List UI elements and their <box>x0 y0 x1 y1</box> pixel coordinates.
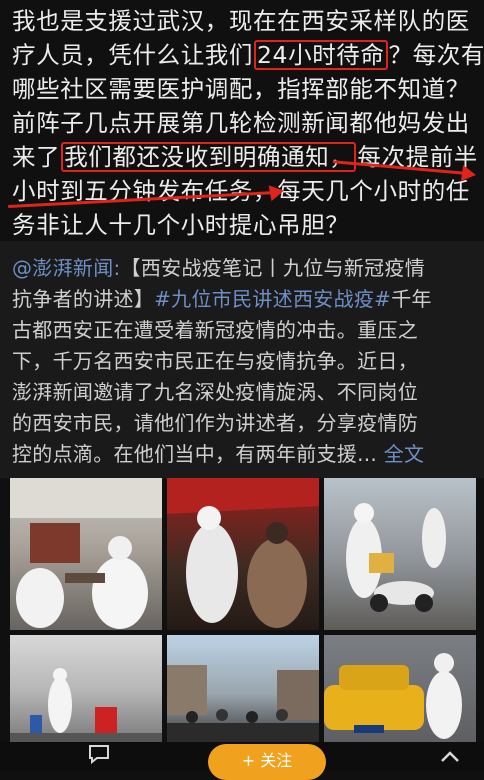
hashtag-link[interactable]: #九位市民讲述西安战疫# <box>154 287 391 311</box>
repost-line-3: 古都西安正在遭受着新冠疫情的冲击。重压之 <box>12 318 418 342</box>
photo-swab-test-tent-art <box>167 478 319 628</box>
follow-button[interactable]: + 关注 <box>208 744 326 780</box>
repost-text: @澎湃新闻:【西安战疫笔记丨九位与新冠疫情 抗争者的讲述】#九位市民讲述西安战疫… <box>12 253 474 470</box>
post-line-2: 疗人员，凭什么让我们 24小时待命 ？每次有 <box>12 38 484 72</box>
highlight-box-notice: 我们都还没收到明确通知， <box>61 142 357 172</box>
photo-street-queue-art <box>167 665 319 742</box>
repost-line-5: 澎湃新闻邀请了九名深处疫情旋涡、不同岗位 <box>12 380 418 404</box>
post-line-6-end: 每天几个小时的任 <box>277 177 470 205</box>
post-line-3: 哪些社区需要医护调配，指挥部能不知道？ <box>12 75 470 103</box>
comment-icon[interactable] <box>88 744 110 768</box>
repost-line-4: 下，千万名西安市民正在与疫情抗争。近日， <box>12 349 418 373</box>
arrow-head-1 <box>460 165 478 183</box>
source-link[interactable]: @澎湃新闻: <box>12 256 121 280</box>
repost-line-1-rest: 【西安战疫笔记丨九位与新冠疫情 <box>120 256 426 280</box>
chevron-up-icon[interactable] <box>440 748 460 767</box>
photo-taxi-worker-art <box>324 653 462 739</box>
post-line-4: 前阵子几点开展第几轮检测新闻都他妈发出 <box>12 109 470 137</box>
photo-office-ppe[interactable] <box>10 478 162 630</box>
post-text: 我也是支援过武汉，现在在西安采样队的医 疗人员，凭什么让我们 24小时待命 ？每次有… <box>12 4 484 242</box>
post-line-5-start: 来了 <box>12 143 61 171</box>
photo-scooter-delivery-art <box>346 503 446 612</box>
repost-line-7-start: 控的点滴。在他们当中，有两年前支援... <box>12 442 378 466</box>
repost-line-2-end: 千年 <box>391 287 432 311</box>
post-line-1: 我也是支援过武汉，现在在西安采样队的医 <box>12 7 470 35</box>
photo-disinfection-spray-art <box>10 668 162 742</box>
post-line-2-start: 疗人员，凭什么让我们 <box>12 41 253 69</box>
photo-disinfection-spray[interactable] <box>10 635 162 742</box>
repost-line-7: 控的点滴。在他们当中，有两年前支援... 全文 <box>12 439 474 470</box>
photo-taxi-worker[interactable] <box>324 635 476 742</box>
post-line-2-end: ？每次有 <box>388 41 484 69</box>
photo-swab-test-tent[interactable] <box>167 478 319 630</box>
repost-card[interactable]: @澎湃新闻:【西安战疫笔记丨九位与新冠疫情 抗争者的讲述】#九位市民讲述西安战疫… <box>0 241 484 478</box>
repost-line-2-start: 抗争者的讲述】 <box>12 287 155 311</box>
photo-street-queue[interactable] <box>167 635 319 742</box>
photo-office-ppe-art <box>10 478 162 629</box>
repost-line-6: 的西安市民，请他们作为讲述者，分享疫情防 <box>12 411 418 435</box>
full-text-link[interactable]: 全文 <box>384 442 425 466</box>
post-line-7: 务非让人十几个小时提心吊胆？ <box>12 211 350 239</box>
photo-scooter-delivery[interactable] <box>324 478 476 630</box>
highlight-box-24h: 24小时待命 <box>254 40 388 70</box>
arrow-head-2 <box>268 182 286 202</box>
repost-line-2: 抗争者的讲述】#九位市民讲述西安战疫#千年 <box>12 284 474 315</box>
repost-line-1: @澎湃新闻:【西安战疫笔记丨九位与新冠疫情 <box>12 253 474 284</box>
